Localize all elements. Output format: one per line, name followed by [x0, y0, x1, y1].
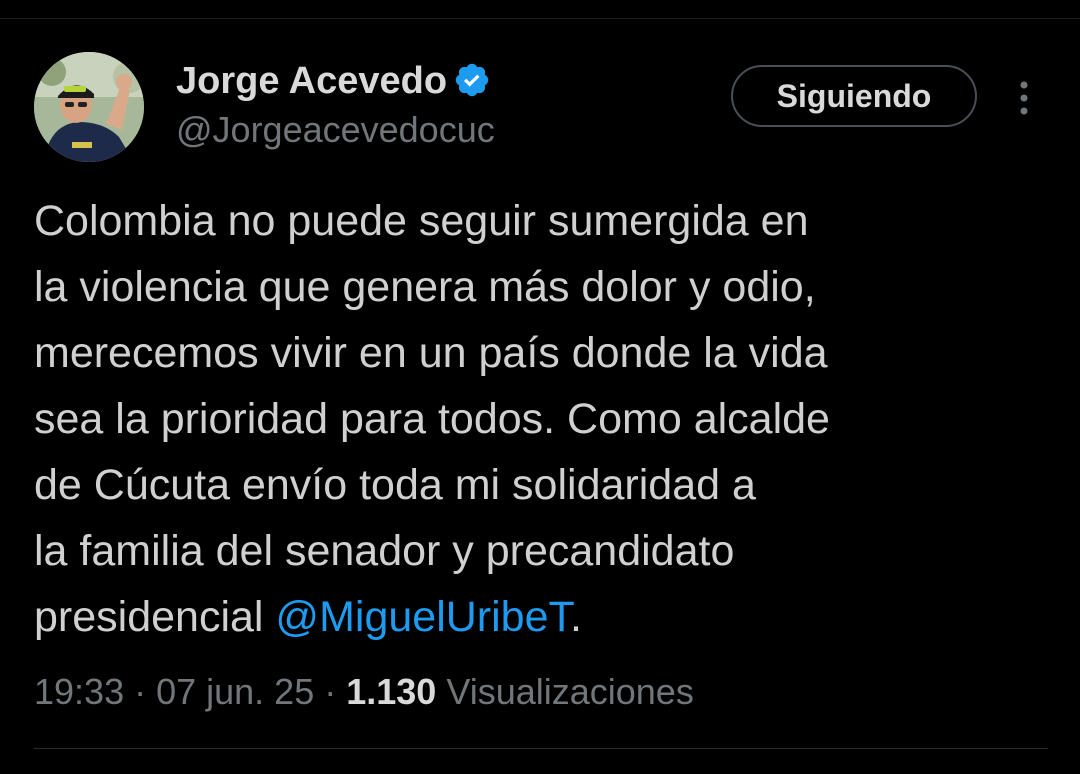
views-count[interactable]: 1.130 [346, 671, 436, 712]
tweet-line: de Cúcuta envío toda mi solidaridad a [34, 461, 756, 509]
views-label[interactable]: Visualizaciones [436, 671, 693, 712]
top-divider [0, 18, 1080, 19]
tweet-date[interactable]: 07 jun. 25 [156, 671, 314, 712]
tweet-line: merecemos vivir en un país donde la vida [34, 329, 828, 377]
tweet-line: la familia del senador y precandidato [34, 527, 735, 575]
meta-separator: · [124, 671, 157, 712]
tweet-meta: 19:33 · 07 jun. 25 · 1.130 Visualizacion… [34, 666, 694, 718]
tweet-line-prefix: presidencial [34, 593, 276, 641]
bottom-divider [34, 748, 1048, 749]
meta-separator: · [314, 671, 347, 712]
mention-link[interactable]: @MiguelUribeT [275, 593, 570, 641]
avatar[interactable] [34, 52, 144, 162]
author-name-row[interactable]: Jorge Acevedo [176, 58, 491, 104]
verified-badge-icon [453, 61, 491, 99]
tweet-line-suffix: . [570, 593, 582, 641]
tweet-last-line: presidencial @MiguelUribeT. [34, 584, 1034, 650]
tweet-text: Colombia no puede seguir sumergida en la… [34, 188, 1034, 650]
tweet-line: la violencia que genera más dolor y odio… [34, 263, 816, 311]
more-vertical-icon[interactable] [1011, 78, 1037, 118]
author-name[interactable]: Jorge Acevedo [176, 60, 447, 102]
tweet-line: Colombia no puede seguir sumergida en [34, 197, 809, 245]
following-button[interactable]: Siguiendo [731, 65, 977, 127]
author-handle[interactable]: @Jorgeacevedocuc [176, 108, 495, 152]
tweet-line: sea la prioridad para todos. Como alcald… [34, 395, 830, 443]
tweet-time[interactable]: 19:33 [34, 671, 124, 712]
